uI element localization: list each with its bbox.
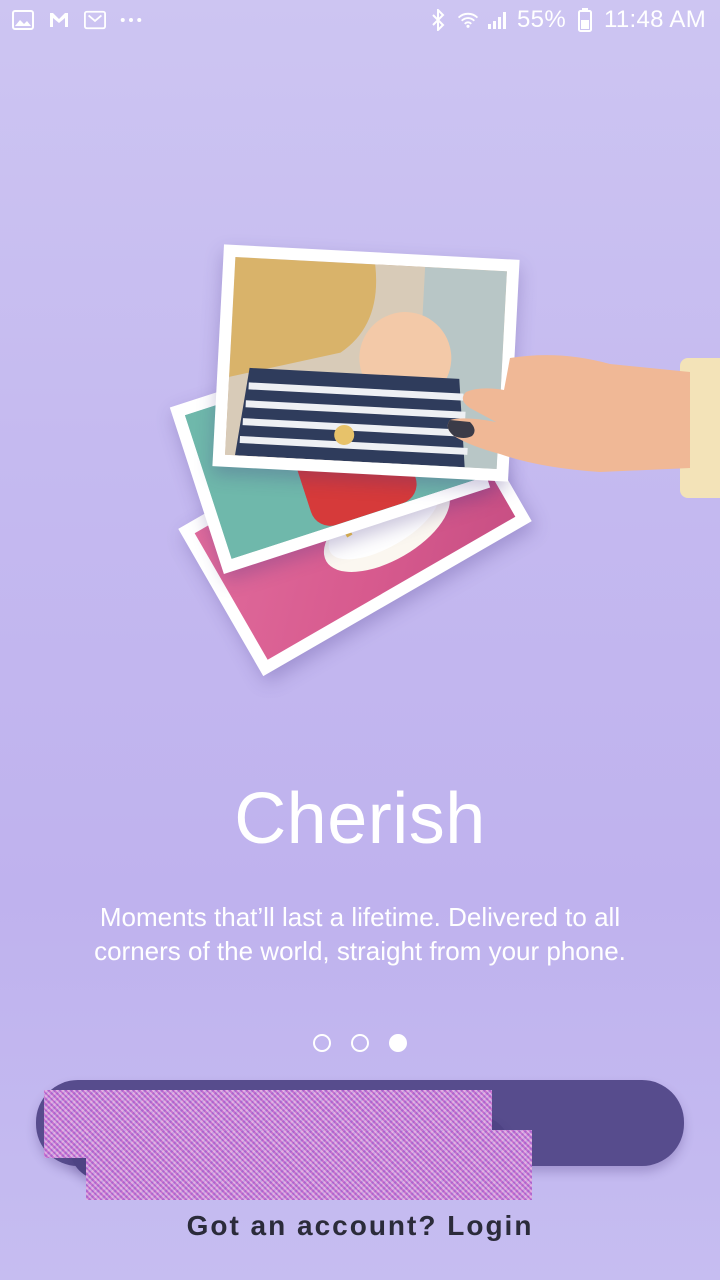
login-link[interactable]: Got an account? Login: [0, 1210, 720, 1242]
page-dot-1[interactable]: [313, 1034, 331, 1052]
onboarding-title: Cherish: [234, 779, 486, 859]
page-dot-2[interactable]: [351, 1034, 369, 1052]
hero-illustration: [0, 0, 720, 720]
hand-holding-photos: [440, 350, 720, 480]
page-dot-3-active[interactable]: [389, 1034, 407, 1052]
onboarding-subtitle: Moments that’ll last a lifetime. Deliver…: [94, 902, 626, 966]
page-indicator: [0, 1034, 720, 1052]
redacted-region: [86, 1130, 532, 1200]
